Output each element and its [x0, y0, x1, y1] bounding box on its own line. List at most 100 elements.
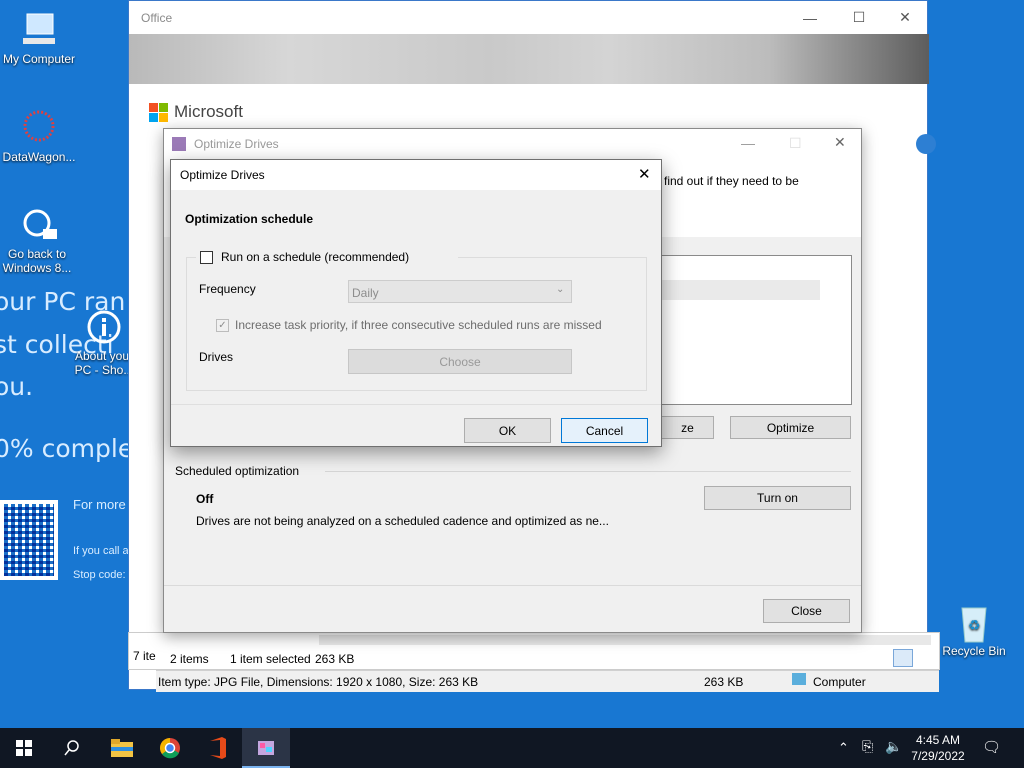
thumbnail-view-icon[interactable] — [917, 649, 935, 667]
taskbar-file-explorer[interactable] — [98, 728, 146, 768]
windows-icon — [16, 740, 32, 756]
svg-text:♻: ♻ — [968, 617, 981, 633]
desktop-icon-label: My Computer — [2, 52, 76, 66]
explorer-window-fragment: 7 ite 2 items 1 item selected 263 KB — [128, 632, 940, 670]
section-divider — [325, 471, 851, 472]
desktop-icon-go-back[interactable]: Go back to Windows 8... — [0, 205, 81, 275]
defrag-icon — [258, 741, 274, 755]
analyze-button[interactable]: ze — [661, 416, 714, 439]
computer-icon — [792, 673, 806, 685]
chrome-icon — [160, 738, 180, 759]
schedule-description: Drives are not being analyzed on a sched… — [196, 514, 609, 528]
details-view-icon[interactable] — [893, 649, 913, 667]
qr-code-image — [0, 500, 58, 580]
office-icon — [210, 737, 226, 759]
choose-drives-button[interactable]: Choose — [348, 349, 572, 374]
brand-name: Microsoft — [174, 102, 243, 121]
horizontal-scrollbar[interactable] — [319, 635, 931, 645]
close-window-button[interactable]: Close — [763, 599, 850, 623]
optimize-titlebar: Optimize Drives — ☐ ✕ — [164, 129, 861, 159]
clock-date: 7/29/2022 — [911, 749, 965, 763]
maximize-button[interactable]: ☐ — [836, 1, 882, 34]
microsoft-brand: Microsoft — [149, 102, 243, 122]
wallpaper-text-3: ou. — [0, 372, 34, 401]
list-item[interactable] — [662, 280, 820, 300]
description-text: find out if they need to be — [664, 174, 799, 188]
item-type-info: Item type: JPG File, Dimensions: 1920 x … — [158, 675, 479, 689]
wallpaper-more: For more — [73, 497, 126, 512]
dialog-title: Optimize Drives — [180, 168, 265, 182]
scheduled-optimization-header: Scheduled optimization — [175, 464, 300, 478]
clock-time: 4:45 AM — [915, 733, 961, 747]
close-icon[interactable]: ✕ — [834, 134, 846, 151]
datawagon-icon — [19, 108, 59, 148]
optimize-button[interactable]: Optimize — [730, 416, 851, 439]
desktop-icon-my-computer[interactable]: My Computer — [0, 10, 81, 66]
desktop-icon-label: Go back to Windows 8... — [2, 247, 72, 275]
maximize-icon: ☐ — [852, 9, 866, 25]
desktop-icon-datawagon[interactable]: DataWagon... — [0, 108, 81, 164]
defrag-icon — [172, 137, 186, 151]
selection-size: 263 KB — [315, 652, 355, 666]
minimize-button[interactable]: — — [787, 1, 833, 34]
header-photo — [129, 34, 929, 84]
priority-checkbox-row[interactable]: ✓ Increase task priority, if three conse… — [216, 318, 602, 332]
start-button[interactable] — [0, 728, 48, 768]
desktop-icon-label: Recycle Bin — [942, 644, 1006, 658]
desktop-icon-recycle-bin[interactable]: ♻ Recycle Bin — [932, 602, 1016, 658]
computer-icon — [19, 10, 59, 50]
priority-checkbox[interactable]: ✓ — [216, 318, 229, 332]
taskbar: ⌃ ⎘ 🔈 4:45 AM 7/29/2022 🗨 — [0, 728, 1024, 768]
run-schedule-checkbox-row[interactable]: Run on a schedule (recommended) — [196, 248, 458, 266]
file-size-info: 263 KB — [704, 675, 744, 689]
info-icon — [84, 307, 124, 347]
priority-label: Increase task priority, if three consecu… — [235, 318, 602, 332]
chevron-up-icon[interactable]: ⌃ — [838, 740, 849, 756]
optimization-schedule-dialog: Optimize Drives ✕ Optimization schedule … — [170, 159, 662, 447]
recycle-bin-icon: ♻ — [954, 602, 994, 643]
drives-label: Drives — [199, 350, 234, 364]
schedule-heading: Optimization schedule — [185, 212, 314, 226]
office-window-title: Office — [141, 10, 173, 25]
optimize-window-title: Optimize Drives — [194, 137, 279, 151]
selection-status: 1 item selected — [230, 652, 311, 666]
folder-icon — [111, 739, 133, 757]
clock[interactable]: 4:45 AM 7/29/2022 — [903, 732, 973, 764]
location-info: Computer — [813, 675, 866, 689]
notifications-icon[interactable]: 🗨 — [982, 738, 1001, 756]
drives-list[interactable] — [661, 255, 852, 405]
minimize-icon: — — [803, 9, 817, 26]
chevron-down-icon: ⌄ — [556, 284, 565, 295]
schedule-state: Off — [196, 492, 214, 506]
help-icon[interactable] — [916, 134, 936, 154]
volume-icon[interactable]: 🔈 — [885, 738, 902, 755]
search-button[interactable] — [48, 728, 96, 768]
close-icon[interactable]: ✕ — [638, 165, 651, 183]
cancel-button[interactable]: Cancel — [561, 418, 648, 443]
item-count: 2 items — [170, 652, 209, 666]
minimize-icon[interactable]: — — [741, 135, 755, 151]
frequency-select[interactable]: Daily ⌄ — [348, 280, 572, 303]
taskbar-defrag[interactable] — [242, 728, 290, 768]
close-icon: ✕ — [899, 9, 911, 25]
maximize-icon: ☐ — [789, 135, 802, 151]
close-button[interactable]: ✕ — [882, 1, 928, 34]
turn-on-button[interactable]: Turn on — [704, 486, 851, 510]
desktop-icon-about-pc[interactable]: About your PC - Sho... — [74, 307, 134, 377]
run-schedule-checkbox[interactable] — [200, 250, 213, 264]
ok-button[interactable]: OK — [464, 418, 551, 443]
wallpaper-call: If you call a — [73, 545, 129, 557]
footer-divider — [164, 585, 861, 586]
item-count-left: 7 ite — [133, 649, 156, 663]
run-schedule-label: Run on a schedule (recommended) — [221, 250, 410, 264]
go-back-icon — [19, 205, 59, 245]
taskbar-chrome[interactable] — [146, 728, 194, 768]
desktop-icon-label: About your PC - Sho... — [74, 349, 134, 377]
microsoft-logo-icon — [149, 102, 168, 122]
wallpaper-stop: Stop code: — [73, 569, 126, 581]
desktop-icon-label: DataWagon... — [2, 150, 76, 164]
network-icon[interactable]: ⎘ — [862, 738, 873, 755]
status-bar: Item type: JPG File, Dimensions: 1920 x … — [156, 670, 939, 692]
search-icon — [64, 740, 79, 756]
taskbar-office[interactable] — [194, 728, 242, 768]
